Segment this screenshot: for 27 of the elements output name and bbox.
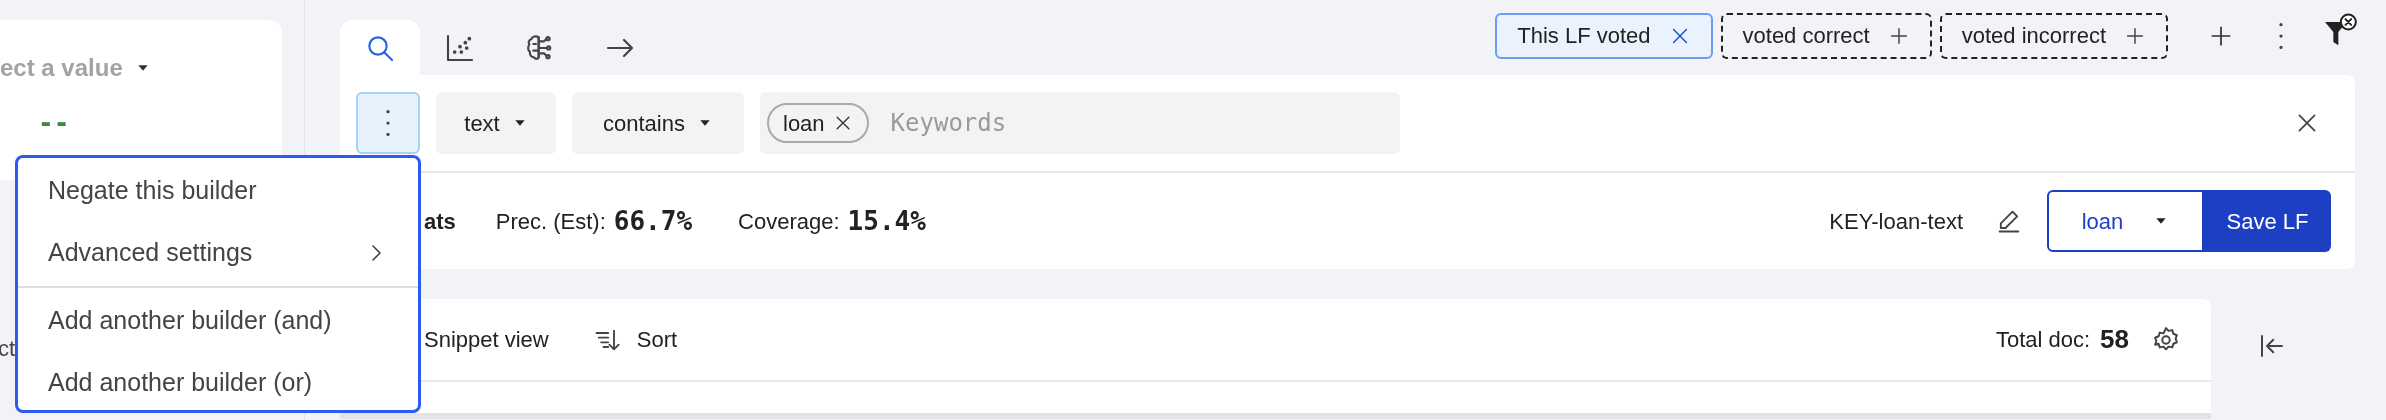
label-dropdown[interactable]: loan: [2047, 190, 2204, 252]
filter-chip[interactable]: voted incorrect: [1939, 12, 2168, 59]
section-label: ats: [424, 207, 456, 236]
menu-item[interactable]: Add another builder (or): [18, 352, 418, 414]
filter-chip[interactable]: This LF voted: [1495, 12, 1713, 59]
kebab-icon[interactable]: [2279, 22, 2283, 49]
value-text: --: [38, 110, 71, 136]
stat-label: Coverage:: [738, 207, 840, 236]
kebab-icon: [386, 110, 390, 136]
view-toggle[interactable]: Snippet view: [424, 323, 549, 356]
menu-item[interactable]: Advanced settings: [18, 222, 418, 284]
keyword-field[interactable]: loan Keywords: [760, 92, 1400, 154]
stat-value: 66.7%: [613, 204, 693, 238]
save-button[interactable]: Save LF: [2204, 190, 2331, 252]
stat-value: 15.4%: [847, 204, 926, 238]
lf-name: KEY-loan-text: [1829, 207, 1963, 236]
operator-dropdown[interactable]: contains: [572, 92, 744, 154]
field-dropdown[interactable]: text: [436, 92, 556, 154]
keyword-chip[interactable]: loan: [767, 103, 869, 143]
sort-button[interactable]: Sort: [592, 323, 678, 356]
menu-item[interactable]: Add another builder (and): [18, 290, 418, 352]
filter-chip[interactable]: voted correct: [1720, 12, 1932, 59]
total-value: 58: [2100, 323, 2129, 356]
menu-item[interactable]: Negate this builder: [18, 160, 418, 222]
stat-label: Prec. (Est):: [495, 207, 606, 236]
total-label: Total doc:: [1995, 326, 2091, 354]
tab[interactable]: [340, 20, 420, 75]
